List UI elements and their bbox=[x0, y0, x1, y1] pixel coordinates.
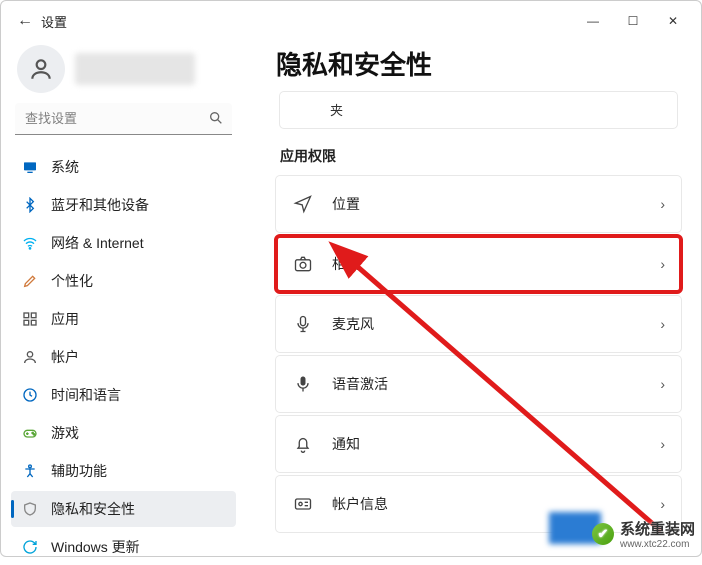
sidebar-item-label: 隐私和安全性 bbox=[51, 499, 135, 519]
window-title: 设置 bbox=[41, 12, 67, 31]
network-icon bbox=[21, 234, 39, 252]
username-redacted bbox=[75, 53, 195, 85]
sidebar-item-apps[interactable]: 应用 bbox=[11, 301, 236, 337]
sidebar-item-gaming[interactable]: 游戏 bbox=[11, 415, 236, 451]
sidebar-item-label: 系统 bbox=[51, 157, 79, 177]
avatar-icon bbox=[17, 45, 65, 93]
time-icon bbox=[21, 386, 39, 404]
location-icon bbox=[292, 193, 314, 215]
watermark: ✔ 系统重装网 www.xtc22.com bbox=[592, 518, 695, 550]
section-label: 应用权限 bbox=[280, 146, 681, 166]
sidebar-item-label: 时间和语言 bbox=[51, 385, 121, 405]
close-button[interactable]: ✕ bbox=[653, 6, 693, 36]
title-bar: ← 设置 — ☐ ✕ bbox=[1, 1, 701, 41]
camera-icon bbox=[292, 253, 314, 275]
sidebar-item-label: 蓝牙和其他设备 bbox=[51, 195, 149, 215]
back-button[interactable]: ← bbox=[9, 12, 41, 30]
sidebar-item-accounts[interactable]: 帐户 bbox=[11, 339, 236, 375]
permission-label: 通知 bbox=[332, 434, 660, 454]
sidebar-item-label: Windows 更新 bbox=[51, 537, 140, 557]
update-icon bbox=[21, 538, 39, 556]
permission-camera[interactable]: 相机› bbox=[276, 236, 681, 292]
maximize-button[interactable]: ☐ bbox=[613, 6, 653, 36]
permission-cards: 位置›相机›麦克风›语音激活›通知›帐户信息› bbox=[276, 176, 681, 532]
sidebar-item-personalize[interactable]: 个性化 bbox=[11, 263, 236, 299]
sidebar-item-update[interactable]: Windows 更新 bbox=[11, 529, 236, 565]
microphone-icon bbox=[292, 313, 314, 335]
privacy-icon bbox=[21, 500, 39, 518]
search-icon bbox=[208, 110, 224, 126]
chevron-right-icon: › bbox=[660, 496, 665, 512]
permission-location[interactable]: 位置› bbox=[276, 176, 681, 232]
sidebar-item-bluetooth[interactable]: 蓝牙和其他设备 bbox=[11, 187, 236, 223]
watermark-icon: ✔ bbox=[592, 523, 614, 545]
profile-section[interactable] bbox=[11, 45, 236, 93]
notifications-icon bbox=[292, 433, 314, 455]
chevron-right-icon: › bbox=[660, 376, 665, 392]
personalize-icon bbox=[21, 272, 39, 290]
bluetooth-icon bbox=[21, 196, 39, 214]
permission-microphone[interactable]: 麦克风› bbox=[276, 296, 681, 352]
watermark-url: www.xtc22.com bbox=[620, 539, 695, 550]
chevron-right-icon: › bbox=[660, 436, 665, 452]
main-content: 隐私和安全性 夹 应用权限 位置›相机›麦克风›语音激活›通知›帐户信息› bbox=[246, 41, 701, 556]
nav-list: 系统蓝牙和其他设备网络 & Internet 个性化应用帐户时间和语言游戏辅助功能… bbox=[11, 149, 236, 565]
sidebar-item-label: 应用 bbox=[51, 309, 79, 329]
accessibility-icon bbox=[21, 462, 39, 480]
account-info-icon bbox=[292, 493, 314, 515]
sidebar-item-privacy[interactable]: 隐私和安全性 bbox=[11, 491, 236, 527]
sidebar-item-label: 帐户 bbox=[51, 347, 79, 367]
voice-icon bbox=[292, 373, 314, 395]
watermark-site: 系统重装网 bbox=[620, 518, 695, 539]
sidebar-item-label: 个性化 bbox=[51, 271, 93, 291]
sidebar-item-accessibility[interactable]: 辅助功能 bbox=[11, 453, 236, 489]
permission-label: 帐户信息 bbox=[332, 494, 660, 514]
minimize-button[interactable]: — bbox=[573, 6, 613, 36]
system-icon bbox=[21, 158, 39, 176]
sidebar-item-time[interactable]: 时间和语言 bbox=[11, 377, 236, 413]
sidebar-item-label: 网络 & Internet bbox=[51, 233, 144, 253]
sidebar: 系统蓝牙和其他设备网络 & Internet 个性化应用帐户时间和语言游戏辅助功能… bbox=[1, 41, 246, 556]
permission-notifications[interactable]: 通知› bbox=[276, 416, 681, 472]
accounts-icon bbox=[21, 348, 39, 366]
permission-label: 语音激活 bbox=[332, 374, 660, 394]
search-box[interactable] bbox=[15, 103, 232, 135]
gaming-icon bbox=[21, 424, 39, 442]
apps-icon bbox=[21, 310, 39, 328]
chevron-right-icon: › bbox=[660, 256, 665, 272]
sidebar-item-network[interactable]: 网络 & Internet bbox=[11, 225, 236, 261]
permission-label: 相机 bbox=[332, 254, 660, 274]
permission-voice[interactable]: 语音激活› bbox=[276, 356, 681, 412]
sidebar-item-system[interactable]: 系统 bbox=[11, 149, 236, 185]
chevron-right-icon: › bbox=[660, 316, 665, 332]
sidebar-item-label: 辅助功能 bbox=[51, 461, 107, 481]
chevron-right-icon: › bbox=[660, 196, 665, 212]
page-heading: 隐私和安全性 bbox=[276, 45, 681, 82]
sidebar-item-label: 游戏 bbox=[51, 423, 79, 443]
previous-section-stub[interactable]: 夹 bbox=[280, 92, 677, 128]
permission-label: 位置 bbox=[332, 194, 660, 214]
search-input[interactable] bbox=[15, 103, 232, 135]
permission-label: 麦克风 bbox=[332, 314, 660, 334]
